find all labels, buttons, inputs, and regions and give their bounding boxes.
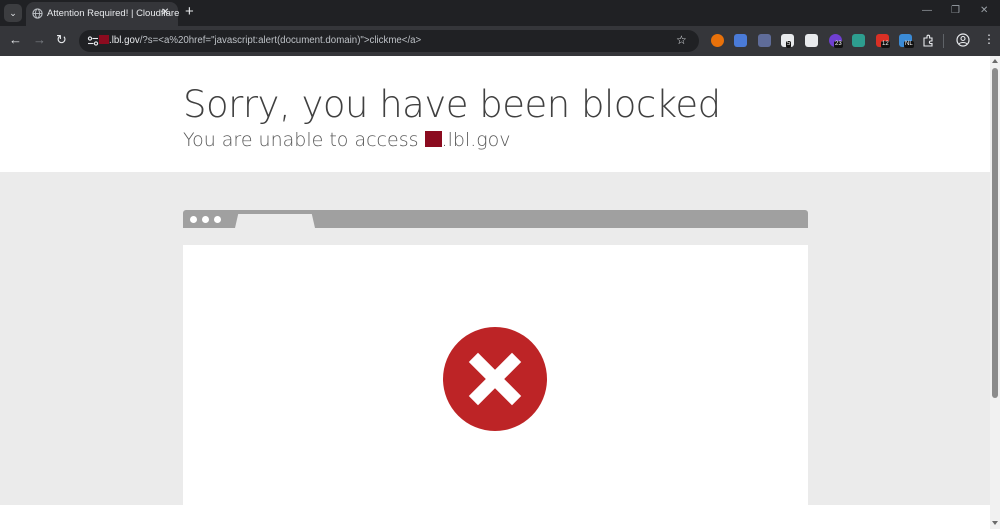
forward-button[interactable]: →: [33, 33, 46, 47]
extension-badge: 5: [786, 41, 792, 48]
tab-title: Attention Required! | Cloudflare: [47, 8, 180, 19]
vertical-scrollbar[interactable]: [990, 56, 1000, 529]
error-x-icon: [468, 352, 522, 406]
ext-trash-icon[interactable]: [805, 34, 818, 47]
tab-close-icon[interactable]: ✕: [161, 7, 169, 18]
bookmark-star-icon[interactable]: ☆: [676, 33, 687, 47]
minimize-button[interactable]: —: [922, 5, 932, 16]
illustration-tab: [235, 214, 315, 228]
subtitle-prefix: You are unable to access: [183, 129, 419, 151]
subtitle-domain: .lbl.gov: [441, 129, 511, 151]
scroll-up-arrow[interactable]: [992, 59, 998, 63]
redaction-block: [424, 131, 442, 147]
menu-dots-icon[interactable]: ⋮: [983, 32, 995, 46]
window-dot: [202, 216, 209, 223]
redaction-block: [99, 35, 109, 44]
extension-badge: NL: [904, 41, 914, 48]
footer-area: [0, 505, 990, 529]
profile-icon[interactable]: [956, 33, 970, 47]
window-dot: [214, 216, 221, 223]
ext-qr-icon[interactable]: 5: [781, 34, 794, 48]
tab-search-button[interactable]: ⌄: [4, 4, 22, 22]
url-domain: .lbl.gov: [109, 35, 140, 46]
tab-strip: ⌄ Attention Required! | Cloudflare ✕ + —…: [0, 0, 1000, 26]
reload-button[interactable]: ↻: [56, 33, 67, 47]
ext-shield-icon[interactable]: [758, 34, 771, 47]
error-circle: [443, 327, 547, 431]
new-tab-button[interactable]: +: [185, 3, 194, 20]
ext-cloud-icon[interactable]: [852, 34, 865, 47]
ext-calendar-icon[interactable]: 12: [876, 34, 890, 48]
window-close-button[interactable]: ✕: [980, 5, 988, 16]
extension-badge: 23: [834, 41, 843, 48]
extension-badge: 12: [881, 41, 890, 48]
scroll-thumb[interactable]: [992, 68, 998, 398]
ext-purple-icon[interactable]: 23: [829, 34, 843, 48]
site-info-icon[interactable]: [86, 34, 100, 48]
illustration-browser-bar: [183, 210, 808, 228]
illustration-browser-window: [183, 245, 808, 505]
ext-orange-icon[interactable]: [711, 34, 724, 47]
ext-nl-icon[interactable]: NL: [899, 34, 914, 48]
page-title: Sorry, you have been blocked: [183, 83, 721, 126]
tab-active[interactable]: Attention Required! | Cloudflare ✕: [26, 2, 180, 26]
scroll-down-arrow[interactable]: [992, 521, 998, 525]
back-button[interactable]: ←: [9, 33, 22, 47]
browser-toolbar: ← → ↻ .lbl.gov/?s=<a%20href="javascript:…: [0, 26, 1000, 56]
url-text: .lbl.gov/?s=<a%20href="javascript:alert(…: [99, 35, 421, 46]
restore-button[interactable]: ❐: [951, 5, 960, 16]
page-subtitle: You are unable to access .lbl.gov: [183, 129, 511, 151]
globe-icon: [32, 8, 43, 19]
url-path: /?s=<a%20href="javascript:alert(document…: [139, 35, 422, 46]
puzzle-icon[interactable]: [922, 34, 935, 47]
ext-translate-icon[interactable]: [734, 34, 747, 47]
block-header: Sorry, you have been blocked You are una…: [0, 56, 990, 172]
window-dot: [190, 216, 197, 223]
toolbar-divider: [943, 34, 944, 48]
address-bar[interactable]: .lbl.gov/?s=<a%20href="javascript:alert(…: [79, 30, 699, 52]
